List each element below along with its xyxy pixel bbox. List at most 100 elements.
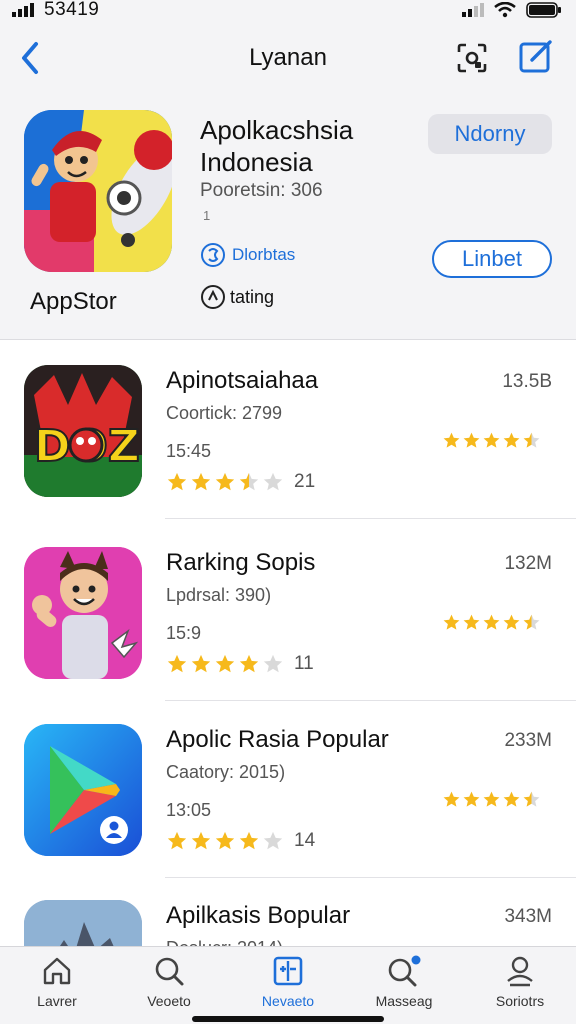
featured-title-line1: Apolkacshsia xyxy=(200,115,354,145)
star-icon xyxy=(191,654,211,673)
list-item[interactable]: Rarking Sopis 132M Lpdrsal: 390) 15:9 11 xyxy=(0,523,576,701)
status-right xyxy=(462,0,562,20)
app-meta: Lpdrsal: 390) xyxy=(166,585,272,605)
status-time: 53419 xyxy=(44,0,100,20)
star-icon xyxy=(167,831,187,850)
home-indicator[interactable] xyxy=(192,1016,384,1022)
app-name[interactable]: Apinotsaiahaa xyxy=(166,367,318,395)
battery-icon xyxy=(526,2,561,18)
app-meta: Coortick: 2799 xyxy=(166,403,283,423)
rating-circle-icon xyxy=(201,285,225,309)
featured-source-label: Dlorbtas xyxy=(232,245,296,264)
star-icon xyxy=(191,831,211,850)
app-rating-stars: 14 xyxy=(166,830,315,852)
star-icon xyxy=(483,432,500,448)
star-icon xyxy=(191,472,211,491)
tab-label: Soriotrs xyxy=(495,993,545,1009)
tab-search[interactable]: Veoeto xyxy=(121,955,217,1009)
row-divider xyxy=(165,518,576,519)
cartoon-rocket-icon xyxy=(24,110,172,272)
app-name[interactable]: Apolic Rasia Popular xyxy=(166,726,389,754)
star-icon xyxy=(503,432,520,448)
app-icon-play[interactable] xyxy=(24,724,142,856)
star-icon xyxy=(215,831,235,850)
signal-icon xyxy=(12,3,34,17)
app-name[interactable]: Rarking Sopis xyxy=(166,549,315,577)
star-icon xyxy=(503,791,520,807)
page-title: Lyanan xyxy=(249,44,327,71)
source-logo-icon xyxy=(201,243,225,267)
star-icon xyxy=(463,791,480,807)
featured-source-link[interactable]: Dlorbtas xyxy=(200,242,295,268)
rating-count: 14 xyxy=(294,830,316,851)
featured-rating: tating xyxy=(200,284,274,310)
star-icon xyxy=(263,654,283,673)
app-icon-castle[interactable] xyxy=(24,900,142,946)
tab-label: Veoeto xyxy=(147,993,191,1009)
app-rating-stars: 11 xyxy=(166,653,314,675)
app-rating-stars-right xyxy=(442,790,541,809)
list-item[interactable]: Apilkasis Bopular 343M Doslucr: 2014) xyxy=(0,876,576,946)
featured-app-card[interactable]: AppStor Apolkacshsia Indonesia Pooretsin… xyxy=(0,100,576,340)
app-date: 15:9 xyxy=(166,623,202,643)
app-rating-stars: 21 xyxy=(166,471,315,493)
search-icon xyxy=(155,957,184,986)
featured-app-dot: 1 xyxy=(203,208,211,223)
apps-icon xyxy=(273,956,303,986)
castle-icon xyxy=(24,900,142,946)
status-bar: 53419 xyxy=(0,0,576,22)
tab-label: Nevaeto xyxy=(261,993,315,1009)
featured-app-icon[interactable] xyxy=(24,110,172,272)
app-size: 132M xyxy=(504,553,552,574)
featured-caption: AppStor xyxy=(30,288,117,315)
star-icon xyxy=(263,472,283,491)
search-badge-icon xyxy=(388,955,421,987)
star-icon xyxy=(239,654,259,673)
star-icon xyxy=(483,791,500,807)
star-icon xyxy=(463,614,480,630)
app-date: 15:45 xyxy=(166,441,212,461)
star-icon xyxy=(443,614,460,630)
star-icon xyxy=(523,432,540,448)
comic-monster-icon: DOZ xyxy=(24,365,142,497)
wifi-icon xyxy=(494,2,516,18)
scan-icon[interactable] xyxy=(456,42,488,74)
app-icon-comic[interactable]: DOZ xyxy=(24,365,142,497)
star-icon xyxy=(523,614,540,630)
compose-icon[interactable] xyxy=(518,38,554,74)
tab-messages[interactable]: Masseag xyxy=(356,955,452,1009)
star-icon xyxy=(443,432,460,448)
star-icon xyxy=(215,472,235,491)
featured-app-title: Apolkacshsia Indonesia xyxy=(200,114,410,178)
star-icon xyxy=(483,614,500,630)
app-name[interactable]: Apilkasis Bopular xyxy=(166,902,350,930)
app-rating-stars-right xyxy=(442,431,541,450)
featured-open-button[interactable]: Linbet xyxy=(432,240,552,278)
cellular-icon xyxy=(462,3,484,17)
tab-apps[interactable]: Nevaeto xyxy=(240,955,336,1009)
tab-label: Masseag xyxy=(375,993,433,1009)
star-icon xyxy=(463,432,480,448)
play-store-icon xyxy=(24,724,142,856)
profile-icon xyxy=(507,956,533,987)
app-icon-cat-boy[interactable] xyxy=(24,547,142,679)
app-size: 343M xyxy=(504,906,552,927)
rating-count: 21 xyxy=(294,471,316,492)
tab-label: Lavrer xyxy=(37,993,77,1009)
tab-profile[interactable]: Soriotrs xyxy=(472,955,568,1009)
list-item[interactable]: Apolic Rasia Popular 233M Caatory: 2015)… xyxy=(0,700,576,878)
featured-get-button[interactable]: Ndorny xyxy=(428,114,552,154)
star-icon xyxy=(263,831,283,850)
status-left: 53419 xyxy=(12,0,99,20)
tab-bar: Lavrer Veoeto Nevaeto Masseag Soriotrs xyxy=(0,946,576,1024)
home-icon xyxy=(43,957,71,985)
tab-home[interactable]: Lavrer xyxy=(9,955,105,1009)
app-size: 233M xyxy=(504,730,552,751)
featured-rating-label: tating xyxy=(230,286,275,307)
list-item[interactable]: DOZ Apinotsaiahaa 13.5B Coortick: 2799 1… xyxy=(0,341,576,519)
nav-bar: Lyanan xyxy=(0,22,576,100)
cartoon-boy-icon xyxy=(24,547,142,679)
star-icon xyxy=(443,791,460,807)
star-icon xyxy=(239,472,259,491)
star-icon xyxy=(215,654,235,673)
